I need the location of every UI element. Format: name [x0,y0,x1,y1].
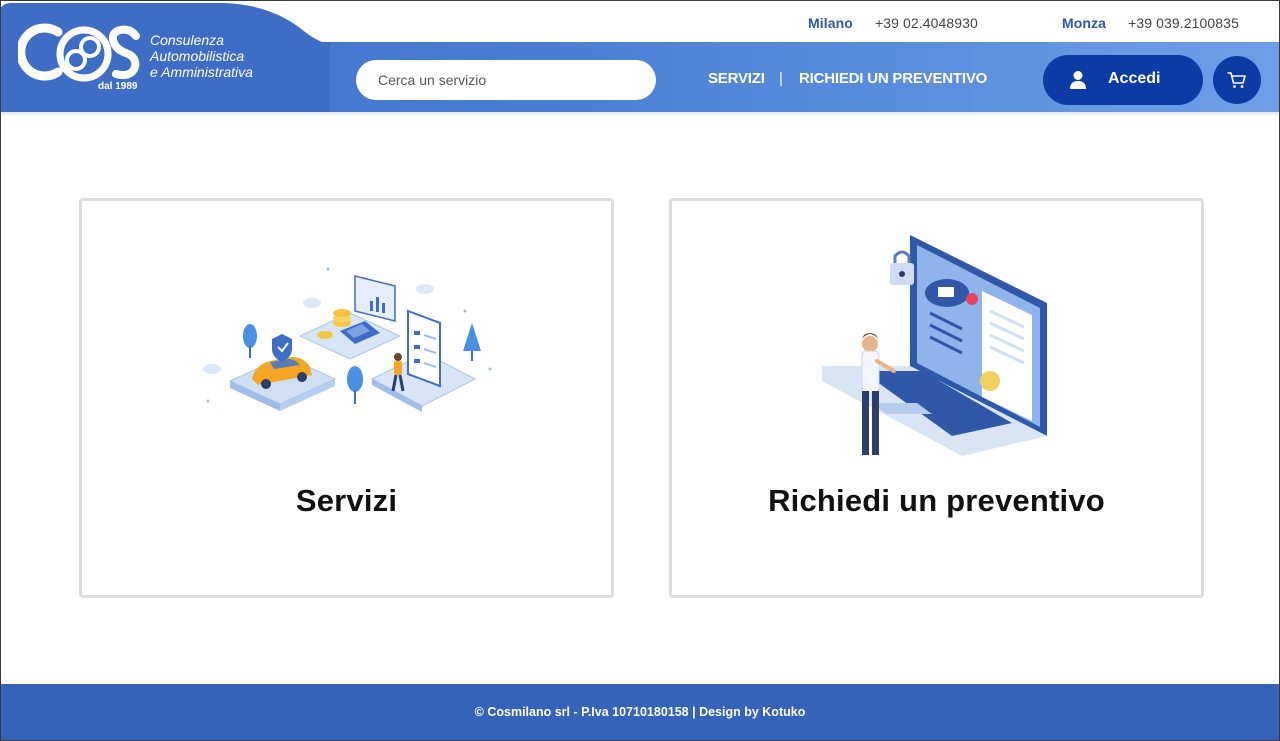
car-services-illustration [203,267,492,412]
contact-phone[interactable]: +39 02.4048930 [875,15,978,31]
contact-phone[interactable]: +39 039.2100835 [1128,15,1239,31]
nav-servizi[interactable]: SERVIZI [708,70,765,87]
card-servizi[interactable]: Servizi [79,198,614,598]
nav-richiedi-preventivo[interactable]: RICHIEDI UN PREVENTIVO [799,70,987,87]
tagline-line-2: Automobilistica [150,48,245,64]
logo-mark [16,23,140,82]
logo-tagline: Consulenza Automobilistica e Amministrat… [150,32,253,80]
nav-separator: | [779,70,783,87]
contact-city: Monza [1062,15,1107,31]
card-title-preventivo: Richiedi un preventivo [768,483,1105,518]
laptop-quote-illustration [822,235,1047,456]
login-button-label: Accedi [1108,70,1161,87]
search-input[interactable] [356,60,656,100]
tagline-line-1: Consulenza [150,32,224,48]
card-title-servizi: Servizi [295,483,398,518]
cart-icon [1227,72,1246,88]
logo[interactable] [16,22,143,86]
logo-since: dal 1989 [98,81,138,92]
user-icon [1070,71,1086,89]
cart-button[interactable] [1213,56,1261,104]
login-button[interactable]: Accedi [1043,55,1203,105]
footer: © Cosmilano srl - P.Iva 10710180158 | De… [0,684,1280,741]
contact-milano: Milano +39 02.4048930 [808,15,978,31]
contact-monza: Monza +39 039.2100835 [1062,15,1239,31]
tagline-line-3: e Amministrativa [150,64,253,80]
card-richiedi-preventivo[interactable]: Richiedi un preventivo [669,198,1204,598]
contact-city: Milano [808,15,853,31]
footer-copyright: © Cosmilano srl - P.Iva 10710180158 | De… [474,705,806,719]
